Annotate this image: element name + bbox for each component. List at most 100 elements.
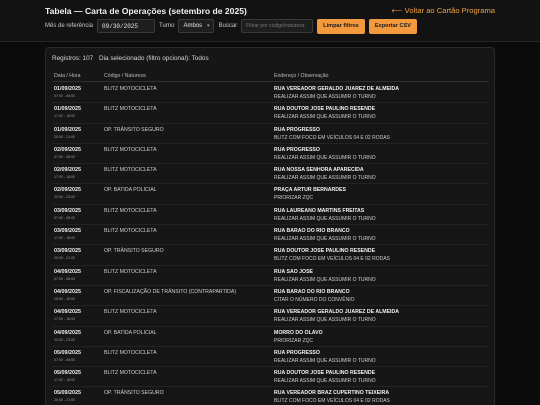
table-row[interactable]: 02/09/2025 22:00 - 23:00 OP. BATIDA POLICI… [52,184,489,205]
row-time: 15:00 - 16:00 [54,296,76,301]
row-time: 17:00 - 18:00 [54,317,76,322]
chevron-down-icon: ▾ [206,23,210,29]
row-date: 03/09/2025 [54,207,81,214]
row-nature: OP. TRÂNSITO SEGURO [104,248,164,255]
row-time: 17:00 - 18:00 [54,175,76,180]
row-note: BLITZ COM FOCO EM VEÍCULOS 04 E 02 RODAS [274,134,390,141]
row-nature: BLITZ MOTOCICLETA [104,106,157,113]
row-note: CITAR O NÚMERO DO CONVÊNIO [274,296,355,303]
clear-filters-button[interactable]: Limpar filtros [317,18,365,34]
row-nature: BLITZ MOTOCICLETA [104,349,157,356]
row-address: RUA VEREADOR GERALDO JUAREZ DE ALMEIDA [274,86,399,92]
row-date: 01/09/2025 [54,86,81,92]
row-nature: BLITZ MOTOCICLETA [104,268,157,275]
row-note: PRIORIZAR ZQC [274,337,314,344]
row-address: RUA VEREADOR BRAZ CUPERTINO TEIXEIRA [274,390,390,397]
row-time: 07:00 - 08:00 [54,215,76,220]
table-body: 01/09/2025 07:00 - 08:00 BLITZ MOTOCICLETA… [52,83,489,405]
export-csv-button[interactable]: Exportar CSV [368,18,417,34]
row-nature: OP. TRÂNSITO SEGURO [104,126,164,133]
table-row[interactable]: 01/09/2025 07:00 - 08:00 BLITZ MOTOCICLETA… [52,83,489,104]
row-nature: BLITZ MOTOCICLETA [104,86,157,92]
row-date: 02/09/2025 [54,146,81,153]
row-date: 02/09/2025 [54,187,81,194]
row-time: 07:00 - 08:00 [54,357,76,362]
row-address: RUA BARAO DO RIO BRANCO [274,228,350,235]
row-time: 20:00 - 21:00 [54,134,76,139]
table-row[interactable]: 05/09/2025 17:00 - 18:00 BLITZ MOTOCICLETA… [52,367,489,388]
column-header-address: Endereço / Observação [274,73,329,79]
shift-select[interactable]: Ambos ▾ [178,19,215,33]
row-time: 17:00 - 18:00 [54,236,76,241]
row-date: 05/09/2025 [54,370,81,377]
row-address: RUA PROGRESSO [274,146,320,153]
row-note: REALIZAR ASSIM QUE ASSUMIR O TURNO [274,236,376,243]
month-input[interactable]: 09/30/2025 [97,19,156,33]
row-date: 01/09/2025 [54,106,81,113]
table-row[interactable]: 01/09/2025 17:00 - 18:00 BLITZ MOTOCICLETA… [52,103,489,124]
table-row[interactable]: 05/09/2025 07:00 - 08:00 BLITZ MOTOCICLETA… [52,347,489,368]
row-note: REALIZAR ASSIM QUE ASSUMIR O TURNO [274,215,376,222]
row-time: 07:00 - 08:00 [54,154,76,159]
table-row[interactable]: 03/09/2025 07:00 - 08:00 BLITZ MOTOCICLETA… [52,205,489,226]
row-address: PRAÇA ARTUR BERNARDES [274,187,346,194]
filter-bar: Mês de referência 09/30/2025 Turno Ambos… [45,18,417,34]
row-nature: BLITZ MOTOCICLETA [104,370,157,377]
table-row[interactable]: 03/09/2025 20:00 - 21:00 OP. TRÂNSITO SEGU… [52,245,489,266]
table-row[interactable]: 04/09/2025 17:00 - 18:00 BLITZ MOTOCICLETA… [52,306,489,327]
row-time: 20:00 - 21:00 [54,398,76,403]
row-date: 05/09/2025 [54,390,81,397]
results-panel: Registros: 107 Dia selecionado (filtro o… [45,47,495,405]
row-note: REALIZAR ASSIM QUE ASSUMIR O TURNO [274,114,376,121]
row-time: 22:00 - 23:00 [54,337,76,342]
row-note: REALIZAR ASSIM QUE ASSUMIR O TURNO [274,317,376,324]
row-time: 17:00 - 18:00 [54,378,76,383]
shift-select-value: Ambos [183,23,203,29]
row-note: REALIZAR ASSIM QUE ASSUMIR O TURNO [274,357,376,364]
row-date: 03/09/2025 [54,228,81,235]
row-time: 07:00 - 08:00 [54,94,76,98]
row-address: RUA BARAO DO RIO BRANCO [274,288,350,295]
table-row[interactable]: 02/09/2025 07:00 - 08:00 BLITZ MOTOCICLETA… [52,144,489,165]
column-header-nature: Código / Natureza [104,73,146,79]
table-row[interactable]: 04/09/2025 22:00 - 23:00 OP. BATIDA POLICI… [52,327,489,347]
back-to-program-link[interactable]: ⟵ Voltar ao Cartão Programa [392,6,495,15]
row-note: BLITZ COM FOCO EM VEÍCULOS 04 E 02 RODAS [274,398,390,405]
row-nature: OP. FISCALIZAÇÃO DE TRÂNSITO (CONTRAPART… [104,288,237,295]
row-address: RUA SAO JOSE [274,268,314,275]
row-nature: BLITZ MOTOCICLETA [104,228,157,235]
row-address: RUA NOSSA SENHORA APARECIDA [274,167,364,174]
row-note: REALIZAR ASSIM QUE ASSUMIR O TURNO [274,378,376,385]
row-note: BLITZ COM FOCO EM VEÍCULOS 04 E 02 RODAS [274,256,390,263]
selected-day: Dia selecionado (filtro opcional): Todos [99,55,209,62]
column-header-date: Data / Hora [54,73,81,79]
table-row[interactable]: 02/09/2025 17:00 - 18:00 BLITZ MOTOCICLETA… [52,164,489,185]
row-time: 20:00 - 21:00 [54,256,76,261]
row-note: REALIZAR ASSIM QUE ASSUMIR O TURNO [274,276,376,283]
row-nature: BLITZ MOTOCICLETA [104,146,157,153]
row-date: 03/09/2025 [54,248,81,255]
search-input[interactable]: Filtrar por código/natureza [241,19,314,33]
shift-label: Turno [159,23,175,29]
table-row[interactable]: 01/09/2025 20:00 - 21:00 OP. TRÂNSITO SEGU… [52,124,489,144]
page-title: Tabela — Carta de Operações (setembro de… [45,6,247,16]
month-label: Mês de referência [45,23,94,29]
row-note: REALIZAR ASSIM QUE ASSUMIR O TURNO [274,94,376,100]
top-bar: Tabela — Carta de Operações (setembro de… [0,0,540,42]
table-header: Data / Hora Código / Natureza Endereço /… [52,70,489,82]
row-time: 22:00 - 23:00 [54,195,76,200]
row-address: RUA DOUTOR JOSE PAULINO RESENDE [274,370,376,377]
row-nature: OP. TRÂNSITO SEGURO [104,390,164,397]
row-date: 04/09/2025 [54,309,81,316]
row-nature: BLITZ MOTOCICLETA [104,309,157,316]
row-time: 17:00 - 18:00 [54,114,76,119]
row-address: RUA PROGRESSO [274,126,320,133]
row-address: RUA VEREADOR GERALDO JUAREZ DE ALMEIDA [274,309,399,316]
table-row[interactable]: 03/09/2025 17:00 - 18:00 BLITZ MOTOCICLETA… [52,225,489,246]
table-row[interactable]: 04/09/2025 15:00 - 16:00 OP. FISCALIZAÇÃO … [52,286,489,307]
table-row[interactable]: 04/09/2025 07:00 - 08:00 BLITZ MOTOCICLETA… [52,266,489,286]
table-row[interactable]: 05/09/2025 20:00 - 21:00 OP. TRÂNSITO SEGU… [52,387,489,405]
row-address: RUA DOUTOR JOSE PAULINO RESENDE [274,106,376,113]
row-address: RUA DOUTOR JOSE PAULINO RESENDE [274,248,376,255]
row-nature: BLITZ MOTOCICLETA [104,207,157,214]
